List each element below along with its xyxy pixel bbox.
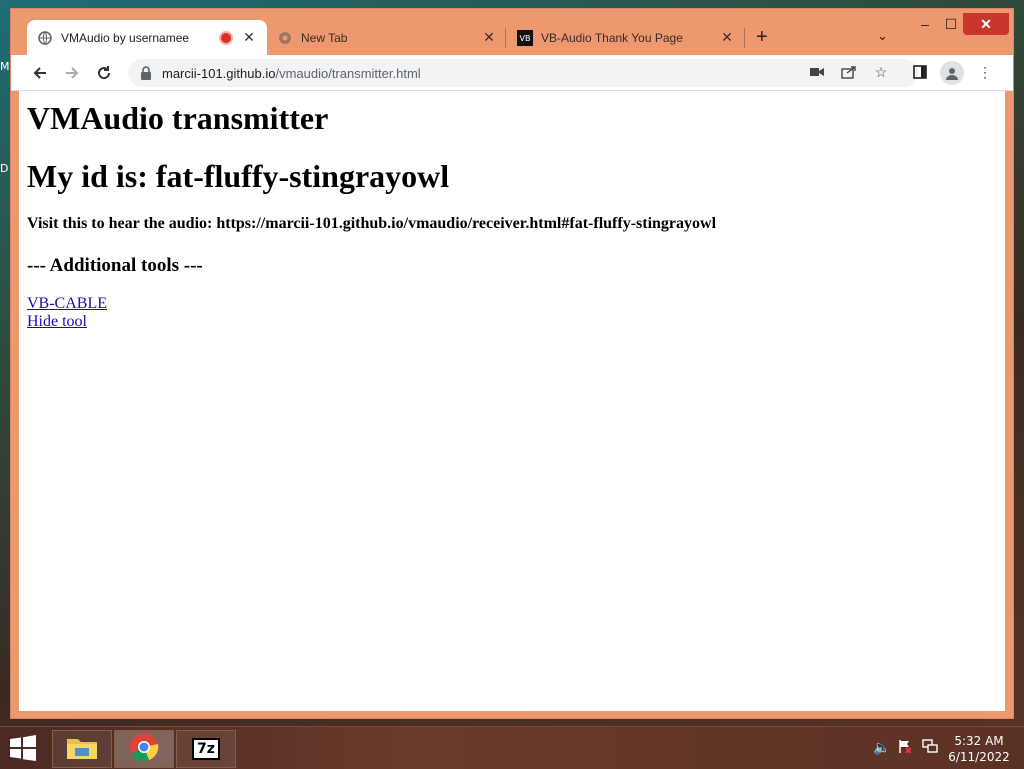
tools-heading: --- Additional tools ---: [27, 255, 203, 276]
tab-separator: [505, 28, 506, 48]
visit-text: Visit this to hear the audio: https://ma…: [27, 215, 717, 232]
maximize-button[interactable]: ☐: [939, 13, 963, 35]
tab-title: VMAudio by usernamee: [61, 30, 190, 45]
tab-search-button[interactable]: ⌄: [877, 28, 888, 44]
tab-separator: [744, 28, 745, 48]
close-window-button[interactable]: ✕: [963, 13, 1009, 35]
camera-icon[interactable]: [807, 62, 827, 82]
reload-icon[interactable]: [93, 62, 115, 84]
star-icon[interactable]: ☆: [871, 62, 891, 82]
action-center-flag-icon[interactable]: [898, 739, 912, 756]
page-title: VMAudio transmitter: [27, 100, 329, 136]
new-tab-button[interactable]: +: [756, 26, 768, 49]
page-content: VMAudio transmitter My id is: fat-fluffy…: [19, 91, 1005, 711]
svg-text:VB: VB: [520, 34, 531, 43]
windows-start-icon[interactable]: [8, 735, 38, 761]
close-tab-icon[interactable]: ✕: [481, 29, 497, 46]
folder-icon: [65, 733, 99, 766]
desktop-label-d: D: [0, 162, 9, 175]
tab-vb-audio[interactable]: VB VB-Audio Thank You Page ✕: [507, 20, 745, 55]
url-path: /vmaudio/transmitter.html: [275, 65, 421, 81]
side-panel-icon[interactable]: [910, 62, 930, 82]
7zip-taskbar-button[interactable]: 7z: [176, 730, 236, 768]
browser-toolbar: marcii-101.github.io/vmaudio/transmitter…: [11, 55, 1013, 91]
close-tab-icon[interactable]: ✕: [241, 29, 257, 46]
url-host: marcii-101.github.io: [162, 65, 276, 81]
lock-icon[interactable]: [140, 66, 152, 80]
tab-title: New Tab: [301, 30, 348, 45]
chrome-icon: [129, 732, 159, 767]
chrome-icon: [277, 30, 293, 46]
tab-new-tab[interactable]: New Tab ✕: [267, 20, 507, 55]
share-icon[interactable]: [839, 62, 859, 82]
tab-vmaudio[interactable]: VMAudio by usernamee ✕: [27, 20, 267, 55]
address-bar[interactable]: marcii-101.github.io/vmaudio/transmitter…: [128, 59, 918, 87]
url-text: marcii-101.github.io/vmaudio/transmitter…: [162, 66, 421, 81]
volume-icon[interactable]: 🔈: [873, 739, 890, 756]
menu-icon[interactable]: ⋮: [975, 62, 995, 82]
vb-audio-icon: VB: [517, 29, 533, 46]
chrome-taskbar-button[interactable]: [114, 730, 174, 768]
recording-indicator-icon: [221, 32, 231, 43]
tab-title: VB-Audio Thank You Page: [541, 30, 683, 45]
system-clock[interactable]: 5:32 AM 6/11/2022: [944, 733, 1014, 765]
close-tab-icon[interactable]: ✕: [719, 29, 735, 46]
forward-icon[interactable]: [61, 62, 83, 84]
hide-tool-link[interactable]: Hide tool: [27, 313, 997, 331]
browser-window: VMAudio by usernamee ✕ New Tab ✕ VB VB-A…: [10, 8, 1014, 719]
back-icon[interactable]: [29, 62, 51, 84]
clock-date: 6/11/2022: [948, 750, 1010, 764]
clock-time: 5:32 AM: [954, 734, 1004, 748]
network-icon[interactable]: [922, 739, 938, 756]
minimize-button[interactable]: –: [911, 13, 939, 35]
taskbar: 7z 🔈 5:32 AM 6/11/2022: [0, 726, 1024, 769]
id-heading: My id is: fat-fluffy-stingrayowl: [27, 158, 450, 194]
7zip-icon: 7z: [192, 738, 220, 760]
tab-strip: VMAudio by usernamee ✕ New Tab ✕ VB VB-A…: [11, 9, 1013, 55]
desktop-label-m: M: [0, 60, 10, 73]
tools-links: VB-CABLE Hide tool: [27, 295, 997, 331]
globe-icon: [37, 30, 53, 46]
profile-icon[interactable]: [940, 61, 964, 85]
vb-cable-link[interactable]: VB-CABLE: [27, 295, 997, 313]
file-explorer-taskbar-button[interactable]: [52, 730, 112, 768]
